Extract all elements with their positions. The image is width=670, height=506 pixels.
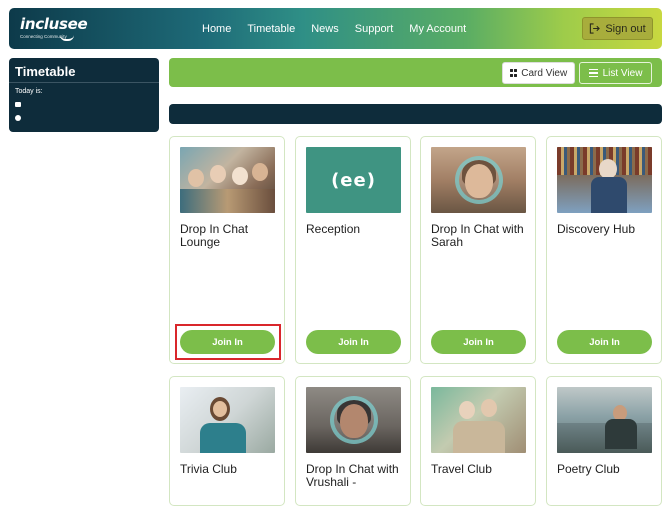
list-view-button[interactable]: List View xyxy=(579,62,652,84)
session-card: (ee) Reception Join In xyxy=(295,136,411,364)
join-in-button[interactable]: Join In xyxy=(557,330,652,354)
date-header-bar xyxy=(169,104,662,124)
session-image xyxy=(557,147,652,213)
inclusee-logo[interactable]: inclusee Connecting Community xyxy=(20,15,88,41)
session-title: Drop In Chat Lounge xyxy=(180,222,249,249)
nav-my-account[interactable]: My Account xyxy=(409,23,466,35)
session-card: Drop In Chat with Vrushali - xyxy=(295,376,411,506)
session-card: Trivia Club xyxy=(169,376,285,506)
grid-icon xyxy=(509,69,518,77)
session-image xyxy=(557,387,652,453)
session-title: Drop In Chat with Vrushali - xyxy=(306,462,399,489)
sign-out-button[interactable]: Sign out xyxy=(582,17,653,40)
list-icon xyxy=(588,68,598,78)
join-in-button[interactable]: Join In xyxy=(431,330,526,354)
list-view-label: List View xyxy=(602,67,643,79)
session-title: Drop In Chat with Sarah xyxy=(431,222,524,249)
main-nav: Home Timetable News Support My Account xyxy=(202,8,466,49)
session-card: Travel Club xyxy=(420,376,536,506)
reception-logo-icon: (ee) xyxy=(331,169,376,191)
logo-text: inclusee xyxy=(20,15,88,33)
view-toggle-bar: Card View List View xyxy=(169,58,662,87)
nav-support[interactable]: Support xyxy=(355,23,394,35)
session-title: Trivia Club xyxy=(180,462,237,476)
session-image xyxy=(180,147,275,213)
session-card: Drop In Chat with Sarah Join In xyxy=(420,136,536,364)
calendar-icon xyxy=(15,102,21,107)
session-image: (ee) xyxy=(306,147,401,213)
nav-news[interactable]: News xyxy=(311,23,339,35)
session-title: Travel Club xyxy=(431,462,492,476)
sign-out-icon xyxy=(590,23,601,34)
sidebar-divider xyxy=(9,82,159,83)
logo-tagline: Connecting Community xyxy=(20,34,67,39)
top-navigation-bar: inclusee Connecting Community Home Timet… xyxy=(9,8,662,49)
session-card: Poetry Club xyxy=(546,376,662,506)
session-image xyxy=(306,387,401,453)
session-title: Discovery Hub xyxy=(557,222,636,236)
card-view-label: Card View xyxy=(521,67,568,79)
highlight-box xyxy=(175,324,281,360)
session-card: Discovery Hub Join In xyxy=(546,136,662,364)
nav-home[interactable]: Home xyxy=(202,23,231,35)
clock-icon xyxy=(15,115,21,121)
sidebar-title: Timetable xyxy=(15,64,76,79)
session-image xyxy=(431,147,526,213)
session-image xyxy=(431,387,526,453)
logo-smile-icon xyxy=(60,35,74,41)
session-title: Poetry Club xyxy=(557,462,620,476)
sign-out-label: Sign out xyxy=(605,22,646,35)
join-in-button[interactable]: Join In xyxy=(306,330,401,354)
session-title: Reception xyxy=(306,222,361,236)
card-view-button[interactable]: Card View xyxy=(502,62,575,84)
today-label: Today is: xyxy=(15,88,43,95)
session-image xyxy=(180,387,275,453)
nav-timetable[interactable]: Timetable xyxy=(247,23,295,35)
timetable-sidebar: Timetable Today is: xyxy=(9,58,159,132)
